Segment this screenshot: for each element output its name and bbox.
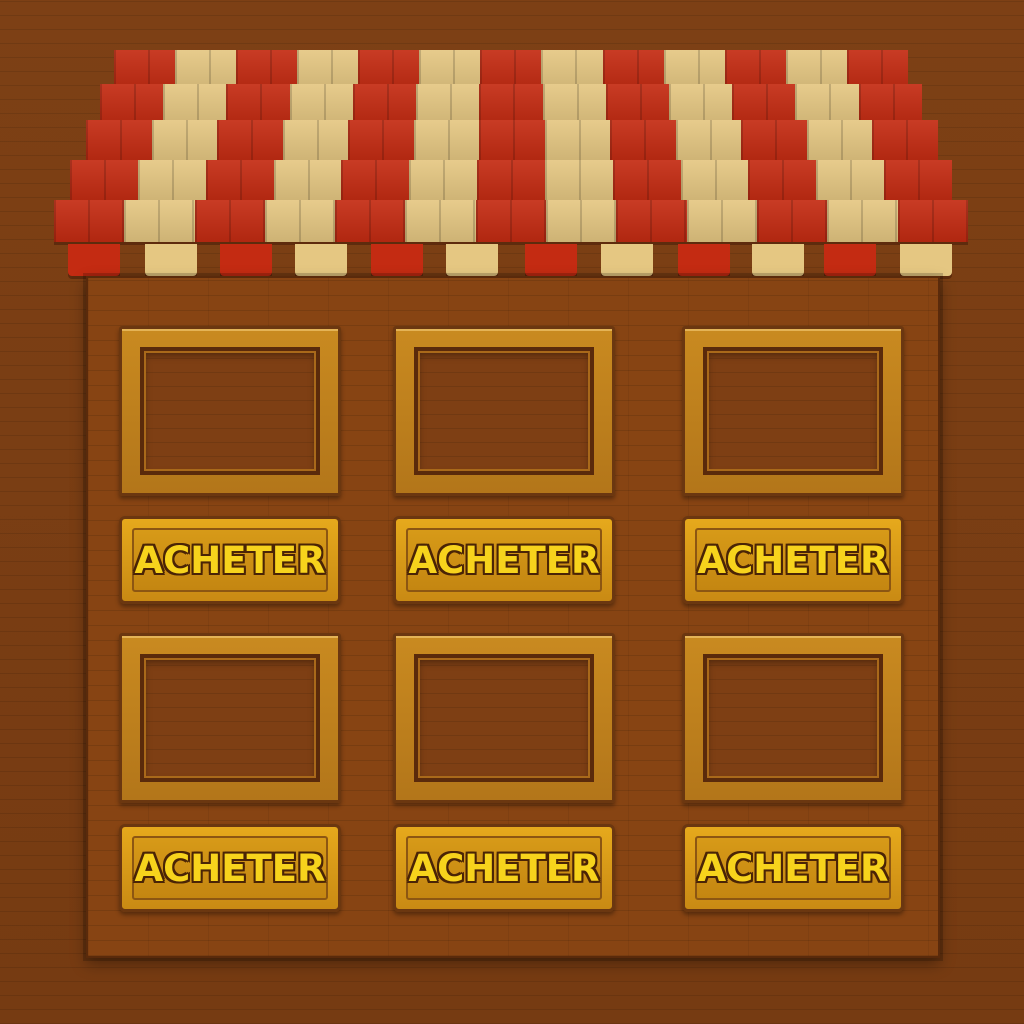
item-slot-window [703,654,883,782]
awning-stripe-red [748,160,817,202]
awning-stripe-red [86,120,152,162]
awning-stripe-cream [124,200,195,242]
awning-tab [446,244,498,276]
awning-stripe-red [616,200,687,242]
awning-stripe-red [479,120,545,162]
awning-stripe-red [341,160,410,202]
awning-stripe-red [475,200,547,242]
buy-button-face: ACHETER [132,528,328,592]
awning-stripe-red [54,200,125,242]
buy-button-label: ACHETER [134,538,326,582]
awning-stripe-red [70,160,138,202]
buy-button-label: ACHETER [408,538,600,582]
awning-stripe-cream [264,200,336,242]
buy-button-label: ACHETER [697,846,889,890]
item-slot-window [140,347,320,475]
awning-stripe-red [612,160,681,202]
item-slot-1[interactable] [119,326,341,496]
awning-stripe-red [205,160,274,202]
awning-stripe-cream [282,120,349,162]
awning-stripe-cream [816,160,885,202]
awning-stripe-red [348,120,414,162]
buy-button-1[interactable]: ACHETER [119,516,341,604]
item-slot-3[interactable] [682,326,904,496]
awning-stripe-red [756,200,828,242]
awning-tab [68,244,120,276]
awning-stripe-cream [827,200,898,242]
awning-tab [678,244,730,276]
awning-stripe-cream [273,160,342,202]
awning-stripe-red [217,120,283,162]
awning-stripe-cream [680,160,749,202]
item-slot-2[interactable] [393,326,615,496]
buy-button-face: ACHETER [132,836,328,900]
buy-button-face: ACHETER [406,836,602,900]
awning-tab [900,244,952,276]
awning-tab [601,244,653,276]
buy-button-face: ACHETER [695,836,891,900]
buy-button-6[interactable]: ACHETER [682,824,904,912]
awning-stripe-cream [806,120,873,162]
item-slot-window [140,654,320,782]
awning-stripe-cream [546,200,617,242]
item-slot-window [414,347,594,475]
awning-row [54,200,968,242]
awning-stripe-red [335,200,406,242]
awning-row [70,160,952,202]
buy-button-3[interactable]: ACHETER [682,516,904,604]
buy-button-face: ACHETER [695,528,891,592]
awning-stripe-cream [409,160,478,202]
awning-tab [752,244,804,276]
awning-stripe-cream [151,120,218,162]
awning-stripe-red [610,120,676,162]
awning-tab [525,244,577,276]
buy-button-face: ACHETER [406,528,602,592]
awning-stripe-red [741,120,807,162]
awning-tab [220,244,272,276]
item-slot-5[interactable] [393,633,615,803]
awning-stripe-red [884,160,952,202]
awning-tab [824,244,876,276]
buy-button-label: ACHETER [697,538,889,582]
awning-stripe-cream [405,200,476,242]
item-slot-6[interactable] [682,633,904,803]
item-slot-4[interactable] [119,633,341,803]
awning-tab [371,244,423,276]
awning-tab [145,244,197,276]
awning-tabs [68,244,956,276]
awning-stripe-red [477,160,545,202]
awning-stripe-red [872,120,938,162]
awning-stripe-cream [544,120,611,162]
shop-awning [0,0,1024,290]
item-slot-window [414,654,594,782]
awning-row [86,120,938,162]
buy-button-2[interactable]: ACHETER [393,516,615,604]
awning-stripe-cream [686,200,757,242]
buy-button-5[interactable]: ACHETER [393,824,615,912]
awning-stripe-cream [544,160,613,202]
awning-stripe-cream [137,160,206,202]
awning-stripe-cream [675,120,742,162]
item-slot-window [703,347,883,475]
awning-stripe-red [194,200,265,242]
awning-stripe-red [897,200,968,242]
buy-button-label: ACHETER [408,846,600,890]
awning-tab [295,244,347,276]
buy-button-label: ACHETER [134,846,326,890]
buy-button-4[interactable]: ACHETER [119,824,341,912]
awning-stripe-cream [413,120,480,162]
